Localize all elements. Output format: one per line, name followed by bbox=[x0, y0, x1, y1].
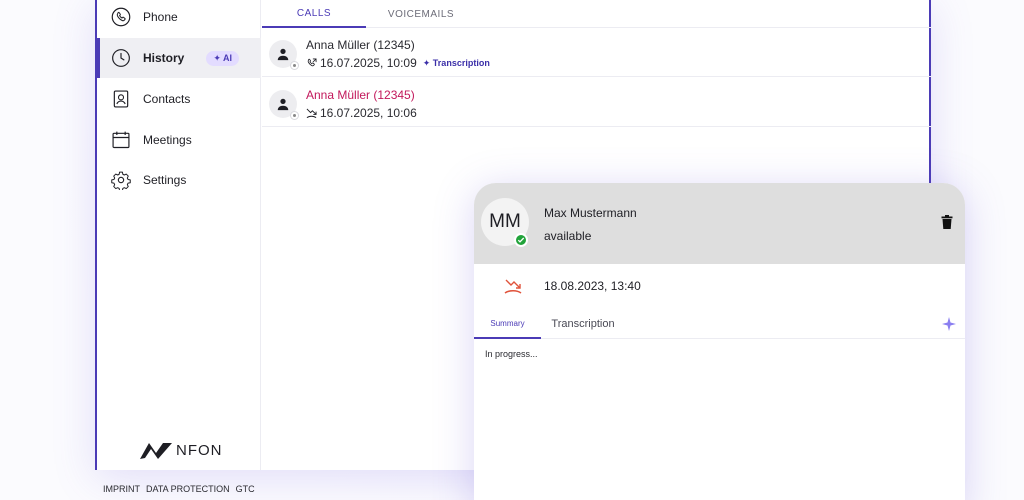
presence-dot bbox=[290, 61, 299, 70]
contact-header: MM Max Mustermann available bbox=[474, 183, 965, 264]
trash-icon[interactable] bbox=[941, 215, 953, 229]
ai-badge: ✦ AI bbox=[206, 50, 240, 66]
call-detail-panel: MM Max Mustermann available 18.08.2023, … bbox=[474, 183, 965, 500]
sparkle-icon[interactable] bbox=[942, 317, 956, 331]
call-row[interactable]: Anna Müller (12345) 16.07.2025, 10:09 ✦ … bbox=[262, 29, 931, 77]
sidebar-item-phone[interactable]: Phone bbox=[97, 0, 261, 37]
nfon-logo-icon bbox=[140, 443, 172, 459]
history-tabs: CALLS VOICEMAILS bbox=[262, 0, 931, 28]
sidebar-item-meetings[interactable]: Meetings bbox=[97, 120, 261, 160]
sidebar: Phone History ✦ AI Contacts Meetings Set… bbox=[97, 0, 261, 470]
tab-transcription[interactable]: Transcription bbox=[544, 309, 622, 339]
person-icon bbox=[277, 48, 289, 61]
summary-content: In progress... bbox=[485, 349, 538, 359]
call-meta: 16.07.2025, 10:09 ✦ Transcription bbox=[306, 56, 490, 70]
logo-text: NFON bbox=[176, 441, 223, 459]
sidebar-item-label: Meetings bbox=[143, 133, 192, 147]
sidebar-item-label: Settings bbox=[143, 173, 187, 187]
contact-status: available bbox=[544, 229, 592, 243]
footer-link-imprint[interactable]: IMPRINT bbox=[103, 484, 140, 494]
footer-link-data-protection[interactable]: DATA PROTECTION bbox=[146, 484, 230, 494]
sidebar-item-history[interactable]: History ✦ AI bbox=[97, 38, 261, 78]
presence-dot bbox=[290, 111, 299, 120]
detail-tabs: Summary Transcription bbox=[474, 309, 965, 339]
sidebar-item-label: Contacts bbox=[143, 92, 191, 106]
call-datetime: 16.07.2025, 10:06 bbox=[320, 106, 417, 120]
call-info: 18.08.2023, 13:40 bbox=[474, 265, 965, 309]
calendar-icon bbox=[112, 131, 130, 149]
checkmark-icon bbox=[517, 237, 525, 243]
call-row[interactable]: Anna Müller (12345) 16.07.2025, 10:06 bbox=[262, 79, 931, 127]
footer-links: IMPRINT DATA PROTECTION GTC bbox=[103, 484, 255, 494]
available-status-icon bbox=[514, 233, 528, 247]
call-datetime: 16.07.2025, 10:09 bbox=[320, 56, 417, 70]
call-meta: 16.07.2025, 10:06 bbox=[306, 106, 417, 120]
contact-card-icon bbox=[113, 90, 129, 108]
contact-name: Max Mustermann bbox=[544, 206, 637, 220]
phone-icon bbox=[111, 7, 131, 27]
call-datetime: 18.08.2023, 13:40 bbox=[544, 279, 641, 293]
missed-call-icon bbox=[306, 108, 317, 118]
tab-summary[interactable]: Summary bbox=[474, 309, 541, 339]
nfon-logo: NFON bbox=[139, 440, 223, 460]
outgoing-call-icon bbox=[307, 58, 317, 66]
tab-voicemails[interactable]: VOICEMAILS bbox=[366, 0, 476, 28]
sidebar-item-settings[interactable]: Settings bbox=[97, 160, 261, 200]
person-icon bbox=[277, 98, 289, 111]
caller-name: Anna Müller (12345) bbox=[306, 88, 415, 102]
avatar bbox=[269, 40, 299, 70]
avatar bbox=[269, 90, 299, 120]
sidebar-item-label: History bbox=[143, 51, 185, 65]
missed-call-icon bbox=[504, 279, 522, 294]
transcription-link[interactable]: ✦ Transcription bbox=[423, 58, 490, 69]
sidebar-item-label: Phone bbox=[143, 10, 178, 24]
sidebar-item-contacts[interactable]: Contacts bbox=[97, 79, 261, 119]
gear-icon bbox=[111, 171, 131, 190]
tab-calls[interactable]: CALLS bbox=[262, 0, 366, 28]
clock-icon bbox=[112, 49, 130, 67]
caller-name: Anna Müller (12345) bbox=[306, 38, 415, 52]
footer-link-gtc[interactable]: GTC bbox=[236, 484, 255, 494]
